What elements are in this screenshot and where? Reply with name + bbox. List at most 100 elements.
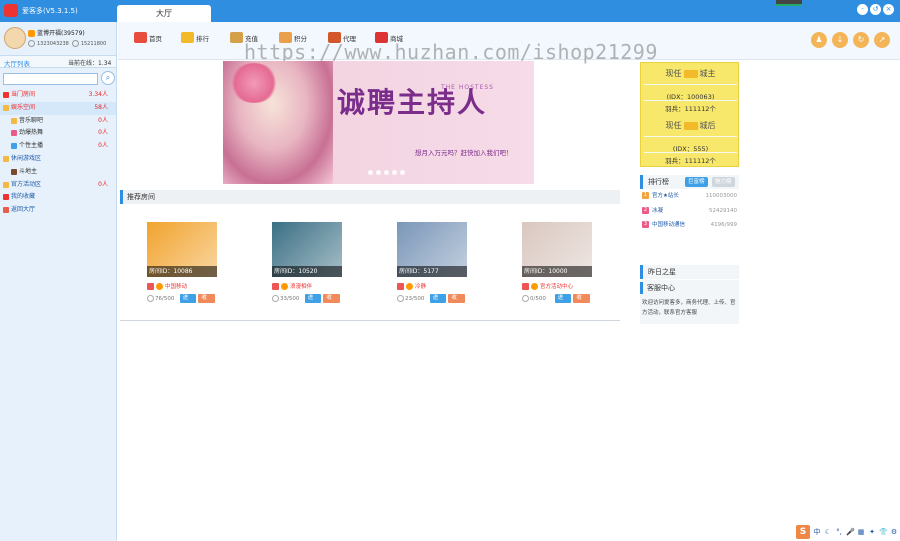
nav-label: 首页 [149, 34, 162, 43]
refresh-icon[interactable]: ↻ [853, 32, 869, 48]
room-card[interactable]: 房间ID：5177 冷静 23/500 进入 收藏 [397, 222, 467, 310]
vip-separator [644, 136, 737, 137]
folder-icon [3, 181, 9, 188]
tree-item[interactable]: 官方活动区 0人 [0, 179, 116, 192]
help-box: 客服中心 欢迎访问爱客多，商务代理、上传、官方活动，联系官方客服 [640, 280, 739, 324]
tree-item[interactable]: 音乐聊吧 0人 [0, 115, 116, 128]
folder-icon [3, 194, 9, 201]
folder-icon [11, 117, 17, 124]
download-icon[interactable]: ↓ [832, 32, 848, 48]
room-card[interactable]: 房间ID：10086 中国移动 76/500 进入 收藏 [147, 222, 217, 310]
slide-dot[interactable] [400, 170, 405, 175]
room-thumbnail[interactable]: 房间ID：10520 [272, 222, 342, 277]
user-name[interactable]: 蓝博开福(39579) [28, 28, 85, 37]
tree-item-label: 音乐聊吧 [19, 116, 44, 124]
folder-icon [11, 143, 17, 150]
search-input[interactable] [3, 73, 98, 85]
restore-button[interactable]: ↺ [870, 4, 881, 15]
tree-item[interactable]: 返回大厅 [0, 204, 116, 217]
room-card[interactable]: 房间ID：10000 官方活动中心 0/500 进入 收藏 [522, 222, 592, 310]
slide-dot[interactable] [368, 170, 373, 175]
online-count: 当前在线：1.34 [68, 58, 111, 67]
vip-separator [644, 100, 737, 101]
enter-button[interactable]: 进入 [554, 293, 572, 310]
banner[interactable]: 诚聘主持人 THE HOSTESS 想月入万元吗？赶快加入我们吧！ [223, 61, 534, 184]
tray-icon[interactable]: 中 [813, 528, 821, 536]
vip-box: 现任 城主 (IDX：100063) 羽兵：111112个 现任 城后 (IDX：555) 羽… [640, 62, 739, 167]
tab-hall[interactable]: 大厅 [117, 5, 211, 22]
ranking-row[interactable]: 1 官方★站长 110003000 [640, 189, 739, 203]
collect-button[interactable]: 收藏 [198, 293, 215, 310]
tab-charm-ranking[interactable]: 魅力榜 [712, 177, 735, 187]
room-thumbnail[interactable]: 房间ID：5177 [397, 222, 467, 277]
avatar[interactable] [4, 27, 26, 49]
tab-wealth-ranking[interactable]: 巨富榜 [685, 177, 708, 187]
nav-home[interactable]: 首页 [134, 32, 162, 43]
tree-item[interactable]: 个性主播 0人 [0, 140, 116, 153]
title-bar: 爱客多(V5.3.1.5) 大厅 - ↺ × [0, 0, 900, 22]
vip-separator [644, 152, 737, 153]
tray-icon[interactable]: 🎤 [846, 528, 855, 536]
tray-icon[interactable]: ☾ [824, 528, 832, 536]
minimize-button[interactable]: - [857, 4, 868, 15]
rank-value: 110003000 [705, 193, 738, 199]
share-icon[interactable]: ↗ [874, 32, 890, 48]
ranking-row[interactable]: 3 中国移动通信 4196/999 [640, 218, 739, 232]
tree-item-count: 0人 [98, 129, 108, 137]
folder-icon [11, 168, 17, 175]
tree-item-count: 3.34人 [88, 91, 108, 98]
tray-icon[interactable]: ▦ [857, 528, 865, 536]
ranking-row[interactable]: 2 冰凝 52429140 [640, 204, 739, 218]
room-capacity: 33/500 [272, 295, 305, 302]
hall-list-title[interactable]: 大厅列表 [4, 58, 30, 68]
slide-dot[interactable] [376, 170, 381, 175]
rank-number: 2 [642, 206, 649, 214]
vip-count: 羽兵：111112个 [665, 105, 716, 113]
sogou-icon[interactable]: S [796, 525, 810, 539]
room-capacity: 76/500 [147, 295, 180, 302]
tray-icon[interactable]: ⚙ [890, 528, 898, 536]
tree-item[interactable]: 斗地主 [0, 166, 116, 179]
crown-icon [683, 121, 698, 130]
tab-strip: 大厅 [117, 5, 211, 22]
vip-title-right: 城后 [699, 121, 716, 130]
tree-item-count: 0人 [98, 142, 108, 150]
tray-icon[interactable]: °, [835, 528, 843, 536]
app-logo-icon [4, 4, 18, 17]
round-buttons: ♟ ↓ ↻ ↗ [811, 32, 890, 48]
vip-title: 现任 城后 [641, 120, 740, 131]
tree-item[interactable]: 我的收藏 [0, 191, 116, 204]
divider [120, 320, 620, 321]
rank-value: 4196/999 [710, 222, 737, 228]
close-button[interactable]: × [883, 4, 894, 15]
slide-dot[interactable] [392, 170, 397, 175]
room-name: 官方活动中心 [540, 284, 574, 290]
room-meta: 中国移动 [147, 281, 217, 291]
tray-icon[interactable]: ✦ [868, 528, 876, 536]
user-icon[interactable]: ♟ [811, 32, 827, 48]
tree-item[interactable]: 劲爆热舞 0人 [0, 127, 116, 140]
enter-button[interactable]: 进入 [429, 293, 447, 310]
room-card[interactable]: 房间ID：10520 浪漫相伴 33/500 进入 收藏 [272, 222, 342, 310]
tree-item[interactable]: 当门房间 3.34人 [0, 89, 116, 102]
room-thumbnail[interactable]: 房间ID：10086 [147, 222, 217, 277]
room-thumbnail[interactable]: 房间ID：10000 [522, 222, 592, 277]
tree-item-label: 休闲游戏区 [11, 154, 42, 162]
search-icon[interactable]: ⌕ [101, 71, 115, 85]
room-tree: 当门房间 3.34人 娱乐空间 58人 音乐聊吧 0人 劲爆热舞 0人 个性主播 0人 休闲游戏区斗… [0, 89, 116, 217]
rank-number: 1 [642, 192, 649, 199]
collect-button[interactable]: 收藏 [448, 293, 465, 310]
enter-button[interactable]: 进入 [304, 293, 322, 310]
room-name: 冷静 [415, 284, 427, 290]
collect-button[interactable]: 收藏 [573, 293, 590, 310]
tree-item[interactable]: 休闲游戏区 [0, 153, 116, 166]
tray-icon[interactable]: 👕 [879, 528, 888, 536]
online-label: 当前在线： [68, 60, 99, 67]
nav-crown[interactable]: 排行 [181, 32, 209, 43]
tree-item[interactable]: 娱乐空间 58人 [0, 101, 116, 115]
enter-button[interactable]: 进入 [179, 293, 197, 310]
collect-button[interactable]: 收藏 [323, 293, 340, 310]
star-header: 昨日之星 [640, 265, 739, 279]
slide-dot[interactable] [384, 170, 389, 175]
gender-icon [531, 282, 538, 290]
